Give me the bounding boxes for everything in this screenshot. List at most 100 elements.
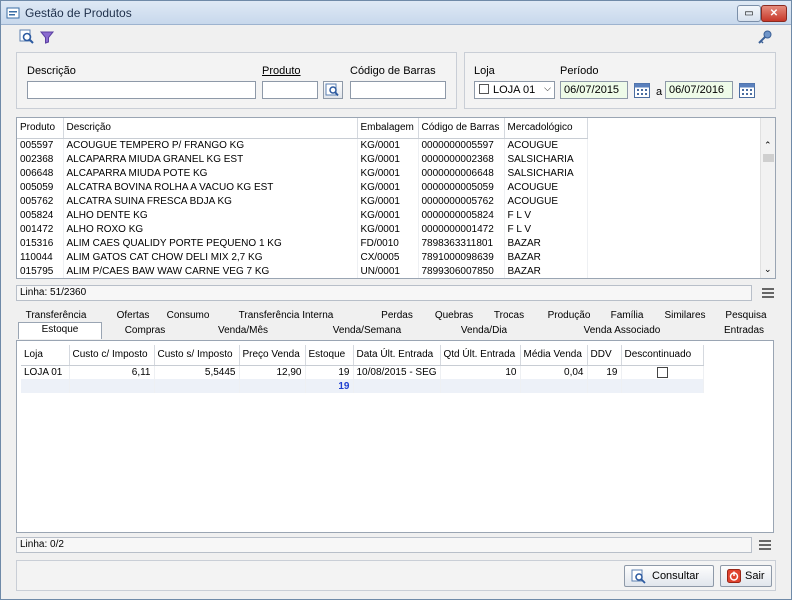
table-row[interactable]: 110044 ALIM GATOS CAT CHOW DELI MIX 2,7 K…	[17, 250, 588, 264]
table-cell: 015795	[17, 264, 64, 278]
table-cell: ACOUGUE	[504, 194, 588, 208]
consultar-button[interactable]: Consultar	[624, 565, 714, 587]
table-cell: SALSICHARIA	[504, 166, 588, 180]
descricao-input[interactable]	[27, 81, 256, 99]
scroll-up-icon[interactable]: ⌃	[764, 140, 772, 151]
column-header[interactable]: Embalagem	[357, 118, 419, 139]
table-cell: 0000000005059	[418, 180, 505, 194]
table-cell: 0000000001472	[418, 222, 505, 236]
produto-label[interactable]: Produto	[262, 65, 301, 77]
tab-ofertas[interactable]: Ofertas	[111, 309, 155, 324]
search-icon[interactable]	[19, 29, 35, 45]
column-header[interactable]: Preço Venda	[239, 345, 306, 366]
column-header[interactable]: Data Últ. Entrada	[353, 345, 441, 366]
store-period-panel: Loja LOJA 01 ⌵ Período a	[464, 52, 776, 109]
products-scrollbar[interactable]: ⌃ ⌄	[760, 118, 775, 278]
tab-compras[interactable]: Compras	[103, 324, 187, 339]
table-row[interactable]: 015795 ALIM P/CAES BAW WAW CARNE VEG 7 KG…	[17, 264, 588, 278]
chevron-down-icon: ⌵	[544, 83, 551, 93]
calendar-icon[interactable]	[738, 81, 756, 99]
column-header[interactable]: Custo c/ Imposto	[69, 345, 155, 366]
tab-transferência-interna[interactable]: Transferência Interna	[232, 309, 340, 324]
table-cell: F L V	[504, 222, 588, 236]
column-header[interactable]: Produto	[17, 118, 64, 139]
tab-pesquisa[interactable]: Pesquisa	[717, 309, 775, 324]
column-header[interactable]: Descontinuado	[621, 345, 704, 366]
produto-search-button[interactable]	[323, 81, 343, 99]
stock-grid: Loja Custo c/ Imposto Custo s/ Imposto Preç…	[21, 345, 704, 395]
search-icon	[325, 83, 339, 97]
calendar-icon[interactable]	[633, 81, 651, 99]
table-row[interactable]: 005824 ALHO DENTE KG KG/0001 0000000005824 F…	[17, 208, 588, 222]
column-header[interactable]: Estoque	[305, 345, 354, 366]
tab-consumo[interactable]: Consumo	[161, 309, 215, 324]
table-cell: 015316	[17, 236, 64, 250]
table-cell: 005597	[17, 138, 64, 152]
table-cell: ACOUGUE	[504, 180, 588, 194]
sair-button[interactable]: Sair	[720, 565, 772, 587]
filter-icon[interactable]	[39, 29, 55, 45]
table-cell: 7899306007850	[418, 264, 505, 278]
periodo-ate-input[interactable]	[665, 81, 733, 99]
table-row[interactable]: 005597 ACOUGUE TEMPERO P/ FRANGO KG KG/000…	[17, 138, 588, 152]
tab-produção[interactable]: Produção	[538, 309, 600, 324]
tab-entradas[interactable]: Entradas	[712, 324, 776, 339]
table-row[interactable]: 001472 ALHO ROXO KG KG/0001 0000000001472 F …	[17, 222, 588, 236]
products-grid: Produto Descrição Embalagem Código de Barra…	[16, 117, 776, 279]
loja-checkbox[interactable]	[479, 84, 489, 94]
column-header[interactable]: Mercadológico	[504, 118, 588, 139]
table-cell: 6,11	[69, 365, 155, 379]
tab-quebras[interactable]: Quebras	[430, 309, 478, 324]
scroll-down-icon[interactable]: ⌄	[764, 264, 772, 275]
codigo-barras-input[interactable]	[350, 81, 446, 99]
column-header[interactable]: DDV	[587, 345, 622, 366]
tab-família[interactable]: Família	[606, 309, 648, 324]
column-header[interactable]: Qtd Últ. Entrada	[440, 345, 521, 366]
table-row[interactable]: LOJA 01 6,11 5,5445 12,90 19 10/08/2015 - SEG…	[21, 365, 704, 379]
scroll-thumb[interactable]	[763, 154, 774, 162]
codigo-barras-label: Código de Barras	[350, 65, 436, 77]
table-row[interactable]: 005762 ALCATRA SUINA FRESCA BDJA KG KG/000…	[17, 194, 588, 208]
table-cell: KG/0001	[357, 180, 419, 194]
tab-similares[interactable]: Similares	[657, 309, 713, 324]
tab-venda-mês[interactable]: Venda/Mês	[188, 324, 298, 339]
table-cell: 005824	[17, 208, 64, 222]
table-cell: ALCAPARRA MIUDA POTE KG	[63, 166, 358, 180]
table-row[interactable]: 015316 ALIM CAES QUALIDY PORTE PEQUENO 1 …	[17, 236, 588, 250]
descontinuado-checkbox[interactable]	[656, 366, 668, 378]
column-header[interactable]: Custo s/ Imposto	[154, 345, 240, 366]
tab-perdas[interactable]: Perdas	[367, 309, 427, 324]
table-cell: CX/0005	[357, 250, 419, 264]
table-cell: ALHO DENTE KG	[63, 208, 358, 222]
produto-input[interactable]	[262, 81, 318, 99]
table-row[interactable]: 005059 ALCATRA BOVINA ROLHA A VACUO KG ES…	[17, 180, 588, 194]
column-header[interactable]: Loja	[21, 345, 70, 366]
menu-icon[interactable]	[759, 540, 771, 550]
close-button[interactable]: ✕	[761, 5, 787, 22]
table-cell: ALHO ROXO KG	[63, 222, 358, 236]
column-header[interactable]: Média Venda	[520, 345, 588, 366]
table-cell: ALIM CAES QUALIDY PORTE PEQUENO 1 KG	[63, 236, 358, 250]
tab-venda-associado[interactable]: Venda Associado	[533, 324, 711, 339]
table-cell: 0000000002368	[418, 152, 505, 166]
tab-venda-dia[interactable]: Venda/Dia	[436, 324, 532, 339]
table-cell: 006648	[17, 166, 64, 180]
action-bar: Consultar Sair	[16, 560, 776, 591]
table-row[interactable]: 006648 ALCAPARRA MIUDA POTE KG KG/0001 0000…	[17, 166, 588, 180]
tab-trocas[interactable]: Trocas	[488, 309, 530, 324]
loja-select[interactable]: LOJA 01 ⌵	[474, 81, 555, 99]
table-cell: KG/0001	[357, 194, 419, 208]
column-header[interactable]: Descrição	[63, 118, 358, 139]
column-header[interactable]: Código de Barras	[418, 118, 505, 139]
window-title: Gestão de Produtos	[25, 6, 132, 20]
periodo-de-input[interactable]	[560, 81, 628, 99]
table-cell: 001472	[17, 222, 64, 236]
menu-icon[interactable]	[762, 288, 774, 298]
tab-estoque[interactable]: Estoque	[18, 322, 102, 339]
restore-button[interactable]: ▭	[737, 5, 761, 22]
key-icon[interactable]	[757, 29, 773, 45]
table-cell: 0000000005597	[418, 138, 505, 152]
table-row[interactable]: 002368 ALCAPARRA MIUDA GRANEL KG EST KG/00…	[17, 152, 588, 166]
table-cell: ALCAPARRA MIUDA GRANEL KG EST	[63, 152, 358, 166]
tab-venda-semana[interactable]: Venda/Semana	[299, 324, 435, 339]
